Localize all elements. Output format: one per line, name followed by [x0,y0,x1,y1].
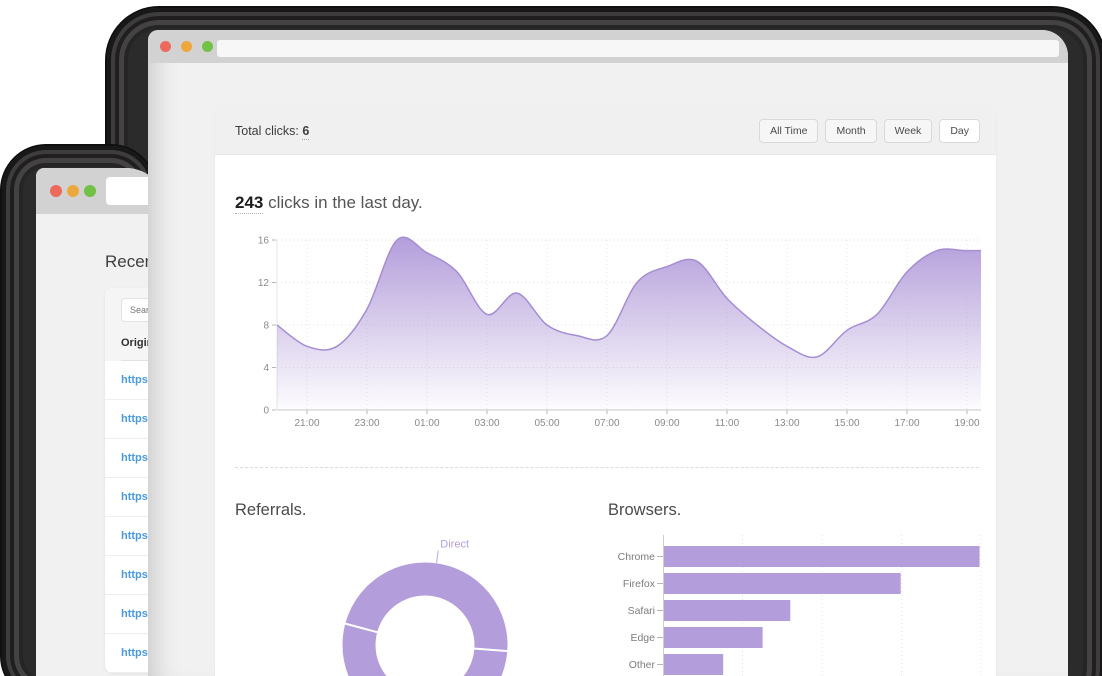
front-titlebar [148,30,1068,63]
referrals-section-title: Referrals. [235,501,307,520]
minimize-traffic-light-icon[interactable] [181,41,192,52]
x-axis-tick-label: 05:00 [534,418,559,429]
front-browser-window: Total clicks: 6 All Time Month Week Day … [148,30,1068,676]
clicks-count: 243 [235,193,263,214]
link[interactable]: https: [121,374,152,386]
analytics-card: Total clicks: 6 All Time Month Week Day … [215,107,996,676]
link[interactable]: https: [121,569,152,581]
close-traffic-light-icon[interactable] [160,41,171,52]
link[interactable]: https: [121,413,152,425]
total-clicks-text: Total clicks: [235,124,299,138]
bar-category-label: Safari [628,605,655,617]
filter-day-button[interactable]: Day [939,119,980,143]
bar-firefox [664,573,901,594]
back-browser-window: Recent Original https: https: https: htt… [36,168,166,676]
x-axis-tick-label: 01:00 [414,418,439,429]
clicks-headline-text: clicks in the last day. [263,193,422,212]
clicks-headline: 243 clicks in the last day. [235,193,423,213]
y-axis-tick-label: 8 [263,321,269,332]
bar-edge [664,627,763,648]
bar-chrome [664,546,980,567]
minimize-traffic-light-icon[interactable] [67,185,79,197]
x-axis-tick-label: 23:00 [354,418,379,429]
url-bar[interactable] [217,40,1059,57]
analytics-card-header: Total clicks: 6 All Time Month Week Day [215,107,996,155]
back-titlebar [36,168,166,214]
filter-week-button[interactable]: Week [884,119,933,143]
y-axis-tick-label: 16 [258,236,270,247]
section-divider [235,467,979,468]
clicks-area-chart: 0 4 8 12 16 21:00 23:00 01:00 03:00 05:00 07:00 09:… [235,232,981,432]
bar-safari [664,600,790,621]
total-clicks-value: 6 [302,124,309,140]
x-axis-tick-label: 03:00 [474,418,499,429]
x-axis-tick-label: 17:00 [894,418,919,429]
link[interactable]: https: [121,491,152,503]
x-axis-tick-label: 09:00 [654,418,679,429]
link[interactable]: https: [121,647,152,659]
link[interactable]: https: [121,530,152,542]
zoom-traffic-light-icon[interactable] [202,41,213,52]
link[interactable]: https: [121,608,152,620]
close-traffic-light-icon[interactable] [50,185,62,197]
referrals-donut-chart: Direct [315,537,535,676]
browsers-bar-chart: Chrome Firefox Safari Edge Other [608,535,983,676]
bar-category-label: Other [629,659,656,671]
y-axis-tick-label: 4 [263,363,269,374]
y-axis-tick-label: 12 [258,278,270,289]
x-axis-tick-label: 07:00 [594,418,619,429]
x-axis-tick-label: 13:00 [774,418,799,429]
x-axis-tick-label: 15:00 [834,418,859,429]
time-range-filters: All Time Month Week Day [759,119,980,143]
zoom-traffic-light-icon[interactable] [84,185,96,197]
donut-segment-label: Direct [440,538,469,550]
link[interactable]: https: [121,452,152,464]
filter-all-time-button[interactable]: All Time [759,119,818,143]
bar-category-label: Firefox [623,578,656,590]
filter-month-button[interactable]: Month [825,119,876,143]
total-clicks-label: Total clicks: 6 [235,124,309,138]
bar-category-label: Edge [630,632,655,644]
bar-other [664,654,723,675]
x-axis-tick-label: 21:00 [294,418,319,429]
x-axis-tick-label: 19:00 [954,418,979,429]
y-axis-tick-label: 0 [263,406,269,417]
x-axis-tick-label: 11:00 [715,418,740,429]
bar-category-label: Chrome [618,551,656,563]
browsers-section-title: Browsers. [608,501,681,520]
